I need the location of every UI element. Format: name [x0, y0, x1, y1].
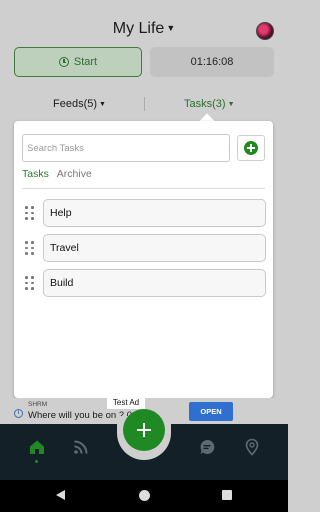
- test-ad-badge: Test Ad: [107, 397, 145, 409]
- ad-source: SHRM: [28, 401, 48, 408]
- task-item-travel[interactable]: Travel: [43, 234, 266, 262]
- chevron-down-icon: ▼: [166, 23, 176, 33]
- app-title-text: My Life: [112, 20, 165, 37]
- add-fab-button[interactable]: [123, 409, 165, 451]
- system-nav-bar: [0, 480, 288, 512]
- tab-tasks[interactable]: Tasks(3) ▼: [184, 98, 235, 110]
- add-task-button[interactable]: [237, 135, 265, 161]
- popup-tabs: Tasks Archive: [22, 168, 97, 180]
- segment-bar: Feeds(5) ▼ Tasks(3) ▼: [0, 92, 288, 118]
- list-item: Build: [14, 269, 273, 304]
- tasks-popup: Tasks Archive Help Travel: [14, 121, 273, 398]
- task-item-build[interactable]: Build: [43, 269, 266, 297]
- avatar-icon[interactable]: [256, 22, 274, 40]
- info-icon[interactable]: i: [14, 409, 23, 418]
- app-header: My Life ▼: [0, 0, 288, 44]
- tab-archive[interactable]: Archive: [57, 168, 92, 180]
- chevron-down-icon: ▼: [227, 101, 235, 108]
- timer-display: 01:16:08: [150, 47, 274, 77]
- chat-icon[interactable]: [198, 438, 216, 456]
- clock-icon: [58, 57, 69, 67]
- recent-apps-icon[interactable]: [222, 490, 232, 500]
- start-button[interactable]: Start: [14, 47, 142, 77]
- task-list: Help Travel Build: [14, 199, 273, 304]
- tab-tasks-label: Tasks(3): [184, 98, 226, 110]
- app-title[interactable]: My Life ▼: [0, 20, 288, 38]
- start-button-label: Start: [73, 56, 98, 68]
- task-item-help[interactable]: Help: [43, 199, 266, 227]
- home-circle-icon[interactable]: [139, 490, 150, 501]
- ad-open-button[interactable]: OPEN: [189, 402, 233, 421]
- active-indicator: [35, 460, 38, 463]
- divider: [22, 188, 265, 189]
- drag-handle-icon[interactable]: [25, 276, 35, 290]
- drag-handle-icon[interactable]: [25, 241, 35, 255]
- list-item: Help: [14, 199, 273, 234]
- back-icon[interactable]: [56, 490, 65, 500]
- home-icon[interactable]: [28, 438, 46, 456]
- tab-feeds[interactable]: Feeds(5) ▼: [53, 98, 106, 110]
- search-tasks-input[interactable]: [22, 134, 230, 162]
- segment-divider: [144, 97, 145, 111]
- chevron-down-icon: ▼: [99, 101, 106, 108]
- drag-handle-icon[interactable]: [25, 206, 35, 220]
- screen: My Life ▼ Start 01:16:08 Feeds(5) ▼ Tasks(…: [0, 0, 288, 512]
- tab-tasks-list[interactable]: Tasks: [22, 168, 49, 180]
- rss-feed-icon[interactable]: [72, 438, 90, 456]
- tab-feeds-label: Feeds(5): [53, 98, 98, 110]
- list-item: Travel: [14, 234, 273, 269]
- plus-circle-icon: [244, 141, 258, 155]
- location-pin-icon[interactable]: [243, 438, 261, 456]
